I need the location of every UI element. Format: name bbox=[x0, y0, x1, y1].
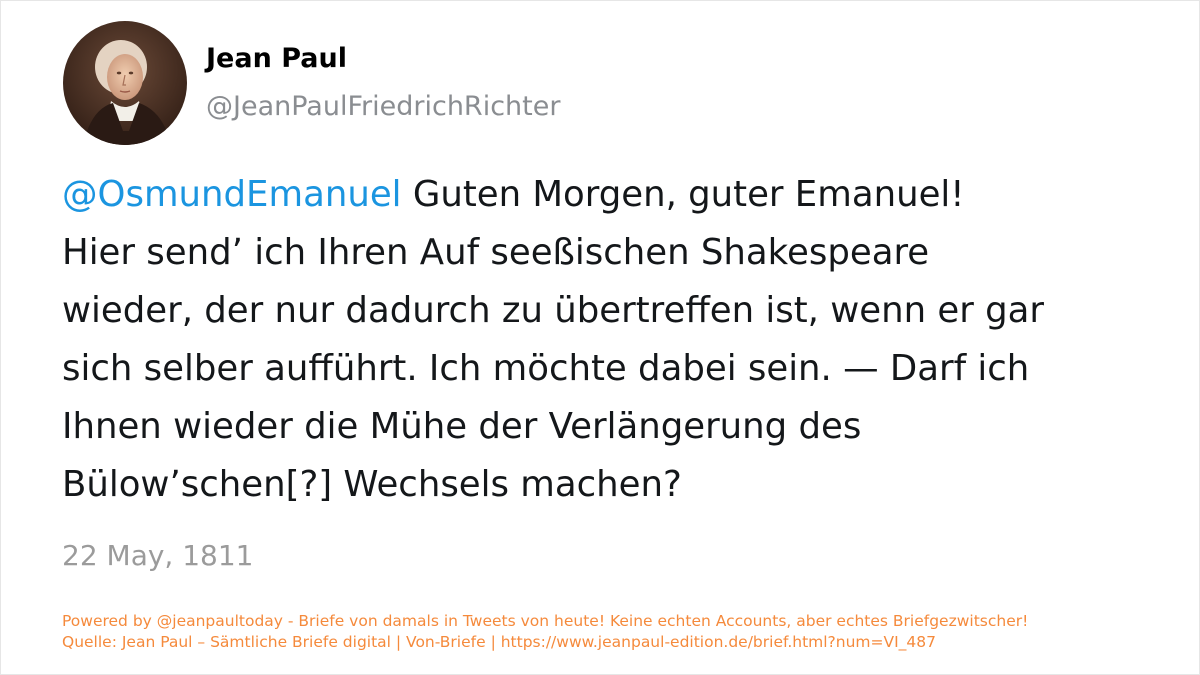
footer-credits: Powered by @jeanpaultoday - Briefe von d… bbox=[62, 611, 1182, 653]
mention-link[interactable]: @OsmundEmanuel bbox=[62, 174, 402, 215]
tweet-date[interactable]: 22 May, 1811 bbox=[62, 539, 253, 572]
footer-powered-by: Powered by @jeanpaultoday - Briefe von d… bbox=[62, 612, 1029, 630]
tweet-text: @OsmundEmanuel Guten Morgen, guter Emanu… bbox=[62, 166, 1142, 514]
author-handle[interactable]: @JeanPaulFriedrichRichter bbox=[206, 91, 560, 122]
tweet-card: Jean Paul @JeanPaulFriedrichRichter @Osm… bbox=[0, 0, 1200, 675]
portrait-avatar[interactable] bbox=[63, 21, 187, 145]
portrait-icon bbox=[63, 21, 187, 145]
author-display-name[interactable]: Jean Paul bbox=[206, 43, 347, 74]
tweet-body: Guten Morgen, guter Emanuel! Hier send’ … bbox=[62, 174, 1045, 505]
footer-source: Quelle: Jean Paul – Sämtliche Briefe dig… bbox=[62, 633, 937, 651]
